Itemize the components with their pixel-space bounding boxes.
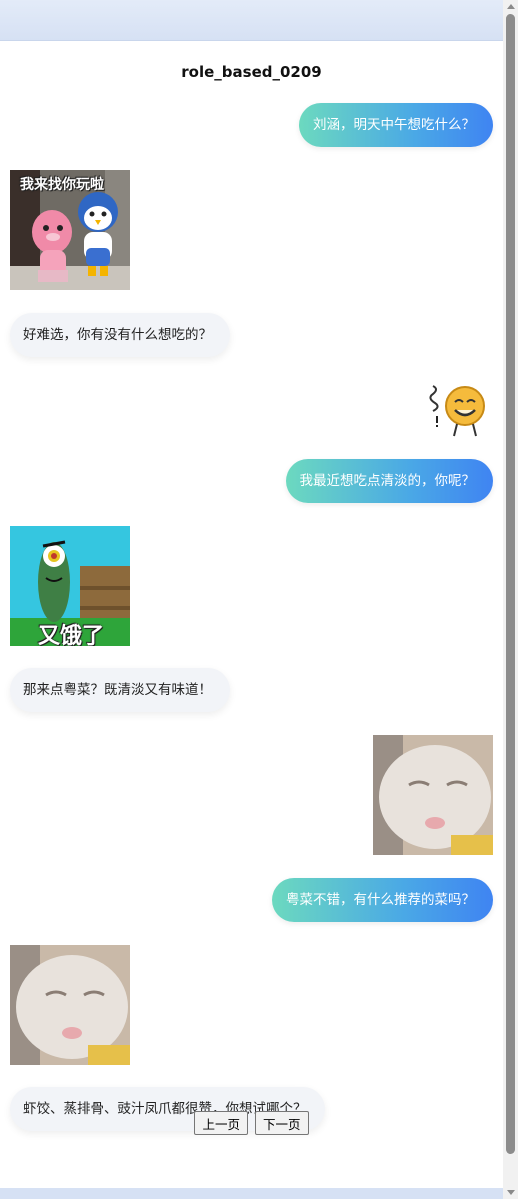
prev-page-button[interactable]: 上一页 [194, 1111, 248, 1135]
page-title: role_based_0209 [181, 63, 322, 81]
pagination: 上一页 下一页 [0, 1111, 503, 1135]
white-cat-sticker [373, 735, 493, 855]
scrollbar-thumb[interactable] [506, 14, 515, 1154]
sticker-caption: 又饿了 [38, 624, 105, 646]
user-message-bubble: 粤菜不错，有什么推荐的菜吗？ [272, 878, 493, 922]
smiley-face-sticker [423, 376, 493, 438]
scroll-down-arrow-icon[interactable] [507, 1190, 515, 1195]
user-message-bubble: 我最近想吃点清淡的，你呢？ [285, 459, 493, 503]
bottom-band [0, 1188, 503, 1199]
next-page-button[interactable]: 下一页 [255, 1111, 309, 1135]
user-message-bubble: 刘涵，明天中午想吃什么？ [299, 103, 493, 147]
assistant-message-bubble: 好难选，你有没有什么想吃的？ [10, 313, 230, 357]
assistant-message-bubble: 那来点粤菜？既清淡又有味道！ [10, 668, 230, 712]
chat-page: role_based_0209 刘涵，明天中午想吃什么？ 我来找你玩啦 好难选，… [0, 41, 503, 1188]
penguin-beaver-sticker: 我来找你玩啦 [10, 170, 130, 290]
vertical-scrollbar[interactable] [503, 0, 518, 1199]
white-cat-sticker [10, 945, 130, 1065]
sticker-caption: 我来找你玩啦 [20, 177, 104, 193]
plankton-sticker: 又饿了 [10, 526, 130, 646]
top-band [0, 0, 503, 41]
scroll-up-arrow-icon[interactable] [507, 4, 515, 9]
